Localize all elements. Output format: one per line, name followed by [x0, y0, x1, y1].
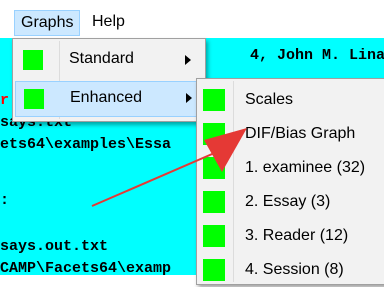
annotation-arrow-icon: [91, 128, 247, 207]
